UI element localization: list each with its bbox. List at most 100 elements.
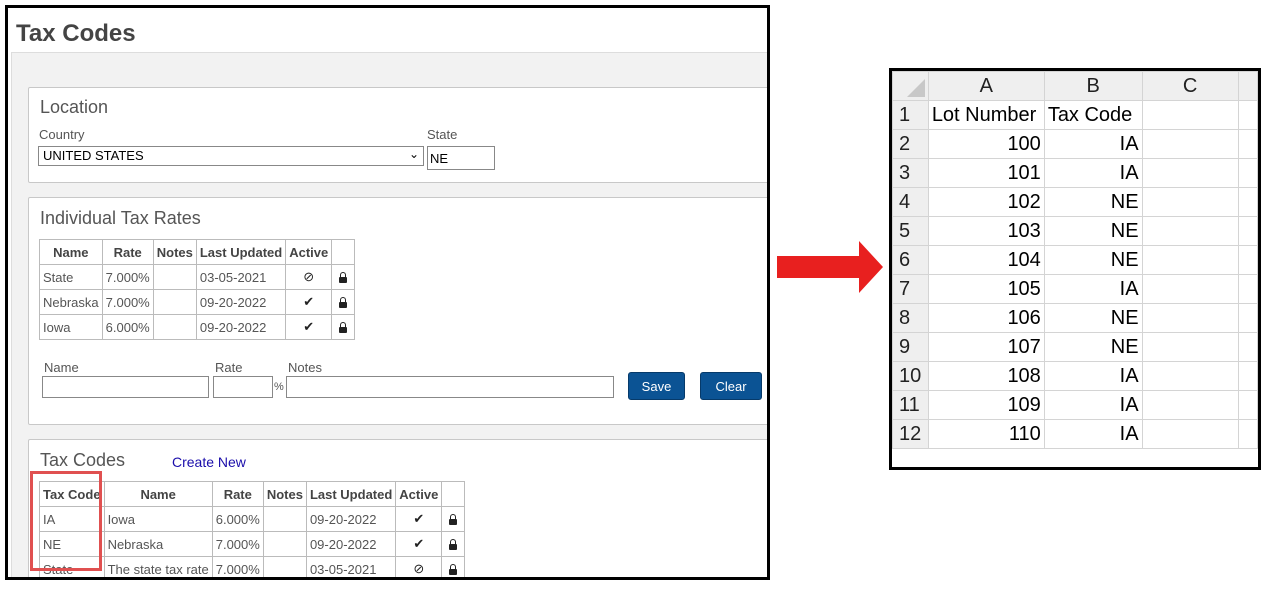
cell-c[interactable] xyxy=(1141,419,1239,449)
check-icon[interactable]: ✔ xyxy=(285,314,333,340)
rate-input[interactable] xyxy=(213,376,273,398)
cell-d[interactable] xyxy=(1237,361,1258,391)
inactive-icon[interactable]: ⊘ xyxy=(395,556,443,577)
notes-label: Notes xyxy=(288,360,322,375)
cell-d[interactable] xyxy=(1237,332,1258,362)
cell-b[interactable]: IA xyxy=(1043,158,1143,188)
cell-c[interactable] xyxy=(1141,274,1239,304)
row-header[interactable]: 8 xyxy=(892,303,929,333)
row-header[interactable]: 2 xyxy=(892,129,929,159)
select-all-corner[interactable] xyxy=(892,71,929,101)
table-row[interactable]: State The state tax rate 7.000% 03-05-20… xyxy=(39,556,466,577)
cell-d[interactable] xyxy=(1237,390,1258,420)
row-header[interactable]: 6 xyxy=(892,245,929,275)
cell-b[interactable]: IA xyxy=(1043,274,1143,304)
column-header-c[interactable]: C xyxy=(1141,71,1239,101)
inactive-icon[interactable]: ⊘ xyxy=(285,264,333,290)
sheet-row: 2 100 IA xyxy=(892,129,1258,159)
cell-a[interactable]: 105 xyxy=(927,274,1045,304)
cell-d[interactable] xyxy=(1237,129,1258,159)
name-input[interactable] xyxy=(42,376,209,398)
cell-c[interactable] xyxy=(1141,187,1239,217)
cell-a[interactable]: 100 xyxy=(927,129,1045,159)
cell-b[interactable]: IA xyxy=(1043,129,1143,159)
row-header[interactable]: 5 xyxy=(892,216,929,246)
cell-d[interactable] xyxy=(1237,187,1258,217)
cell-d[interactable] xyxy=(1237,419,1258,449)
cell-b[interactable]: NE xyxy=(1043,187,1143,217)
cell-d[interactable] xyxy=(1237,216,1258,246)
row-header[interactable]: 11 xyxy=(892,390,929,420)
lock-cell[interactable] xyxy=(441,531,466,557)
cell-b[interactable]: NE xyxy=(1043,245,1143,275)
cell-b[interactable]: IA xyxy=(1043,419,1143,449)
lock-cell[interactable] xyxy=(331,264,356,290)
cell-a[interactable]: 108 xyxy=(927,361,1045,391)
lock-cell[interactable] xyxy=(441,556,466,577)
table-row[interactable]: NE Nebraska 7.000% 09-20-2022 ✔ xyxy=(39,531,466,557)
lock-icon[interactable] xyxy=(449,563,458,575)
state-input[interactable]: NE xyxy=(427,146,495,170)
cell-b[interactable]: NE xyxy=(1043,332,1143,362)
table-row[interactable]: IA Iowa 6.000% 09-20-2022 ✔ xyxy=(39,506,466,532)
cell-a[interactable]: 109 xyxy=(927,390,1045,420)
create-new-link[interactable]: Create New xyxy=(172,454,246,470)
lock-icon[interactable] xyxy=(449,538,458,550)
cell-c[interactable] xyxy=(1141,390,1239,420)
table-row[interactable]: State 7.000% 03-05-2021 ⊘ xyxy=(39,264,356,290)
lock-icon[interactable] xyxy=(339,271,348,283)
row-header[interactable]: 3 xyxy=(892,158,929,188)
country-select[interactable]: UNITED STATES ⌄ xyxy=(38,146,424,166)
cell-c[interactable] xyxy=(1141,332,1239,362)
lock-cell[interactable] xyxy=(441,506,466,532)
cell-d[interactable] xyxy=(1237,245,1258,275)
save-button[interactable]: Save xyxy=(628,372,685,400)
cell-d[interactable] xyxy=(1237,100,1258,130)
cell-a[interactable]: Lot Number xyxy=(927,100,1045,130)
cell-d[interactable] xyxy=(1237,274,1258,304)
cell-c[interactable] xyxy=(1141,361,1239,391)
row-header[interactable]: 7 xyxy=(892,274,929,304)
row-header[interactable]: 1 xyxy=(892,100,929,130)
cell-b[interactable]: NE xyxy=(1043,216,1143,246)
cell-c[interactable] xyxy=(1141,158,1239,188)
lock-cell[interactable] xyxy=(331,314,356,340)
cell-b[interactable]: IA xyxy=(1043,361,1143,391)
cell-a[interactable]: 104 xyxy=(927,245,1045,275)
column-header-b[interactable]: B xyxy=(1043,71,1143,101)
cell-b[interactable]: IA xyxy=(1043,390,1143,420)
cell-a[interactable]: 102 xyxy=(927,187,1045,217)
cell-c[interactable] xyxy=(1141,216,1239,246)
lock-icon[interactable] xyxy=(449,513,458,525)
cell-a[interactable]: 103 xyxy=(927,216,1045,246)
cell-a[interactable]: 106 xyxy=(927,303,1045,333)
notes-input[interactable] xyxy=(286,376,614,398)
lock-icon[interactable] xyxy=(339,296,348,308)
cell-c[interactable] xyxy=(1141,245,1239,275)
cell-d[interactable] xyxy=(1237,158,1258,188)
lock-icon[interactable] xyxy=(339,321,348,333)
check-icon[interactable]: ✔ xyxy=(285,289,333,315)
cell-a[interactable]: 101 xyxy=(927,158,1045,188)
cell-b[interactable]: NE xyxy=(1043,303,1143,333)
cell-c[interactable] xyxy=(1141,303,1239,333)
clear-button[interactable]: Clear xyxy=(700,372,762,400)
lock-cell[interactable] xyxy=(331,289,356,315)
check-icon[interactable]: ✔ xyxy=(395,531,443,557)
cell-a[interactable]: 107 xyxy=(927,332,1045,362)
row-header[interactable]: 9 xyxy=(892,332,929,362)
row-header[interactable]: 12 xyxy=(892,419,929,449)
row-header[interactable]: 4 xyxy=(892,187,929,217)
table-row[interactable]: Iowa 6.000% 09-20-2022 ✔ xyxy=(39,314,356,340)
cell-c[interactable] xyxy=(1141,129,1239,159)
location-panel: Location Country UNITED STATES ⌄ State N… xyxy=(28,87,767,183)
column-header-a[interactable]: A xyxy=(927,71,1045,101)
cell-b[interactable]: Tax Code xyxy=(1043,100,1143,130)
cell-a[interactable]: 110 xyxy=(927,419,1045,449)
check-icon[interactable]: ✔ xyxy=(395,506,443,532)
cell-c[interactable] xyxy=(1141,100,1239,130)
cell-d[interactable] xyxy=(1237,303,1258,333)
table-row[interactable]: Nebraska 7.000% 09-20-2022 ✔ xyxy=(39,289,356,315)
column-header-d[interactable] xyxy=(1237,71,1258,101)
row-header[interactable]: 10 xyxy=(892,361,929,391)
